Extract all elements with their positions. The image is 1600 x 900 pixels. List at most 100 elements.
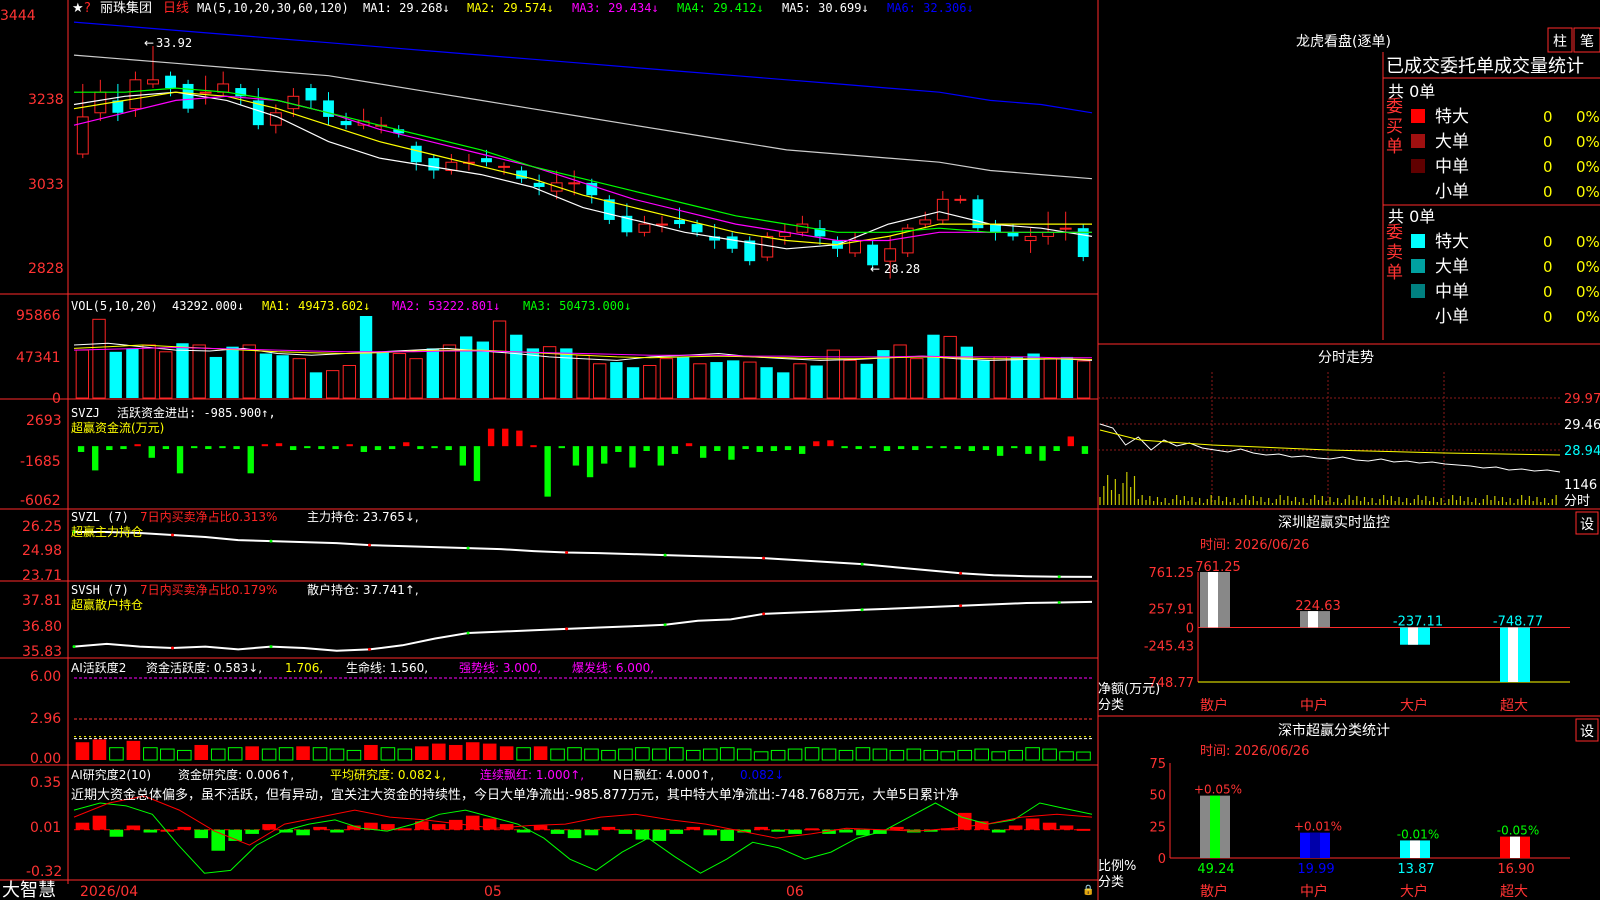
air-bar	[1025, 818, 1040, 830]
candle-body	[1007, 232, 1019, 237]
candle-body	[305, 88, 317, 101]
svzj-bar	[643, 446, 650, 451]
low-arrow-icon: ←	[870, 262, 880, 276]
ma-line-ma5	[73, 54, 1093, 180]
classify-category-1: 中户	[1300, 883, 1328, 900]
air-bar	[635, 829, 650, 840]
volume-bar	[1060, 356, 1074, 398]
volume-bar	[109, 351, 122, 398]
ma2-label: MA2: 29.574↓	[467, 1, 554, 15]
candle-body	[726, 236, 738, 249]
svzl-line-dot	[1057, 575, 1061, 579]
buy-row-count-0: 0	[1543, 108, 1553, 126]
ai2-bar	[160, 748, 175, 761]
svzj-bar	[827, 440, 834, 447]
main-chart-canvas[interactable]: 761.25 257.91 0 -245.43 -748.77 761.25 散户 224.6…	[0, 0, 1600, 900]
air-bar	[805, 828, 819, 831]
ai2-bar	[736, 748, 752, 761]
svzj-bar	[940, 446, 947, 449]
candle-body	[884, 248, 897, 262]
volume-bar	[710, 362, 723, 398]
y-tick-ai2-2: 0.00	[30, 751, 61, 767]
air-commentary: 近期大资金总体偏多，虽不活跃，但有异动，宜关注大资金的持续性，今日大单净流出:-…	[71, 787, 959, 803]
tab-bi-label[interactable]: 笔	[1580, 34, 1594, 50]
air-bar	[550, 829, 565, 834]
svzl-line-dot	[959, 571, 963, 575]
volume-bar	[743, 361, 757, 399]
candle-body	[94, 91, 107, 114]
air-bar	[720, 829, 735, 841]
ai2-label5: 爆发线: 6.000,	[572, 660, 654, 675]
period-label[interactable]: 日线	[163, 1, 189, 16]
ai2-bar	[261, 748, 277, 761]
air-bar	[618, 829, 633, 834]
ai2-bar	[1076, 751, 1091, 761]
monitor-y-tick-0: 761.25	[1149, 566, 1195, 581]
svzj-bar	[318, 446, 325, 450]
svzl-line-dot	[171, 533, 174, 537]
ai2-bar	[702, 748, 718, 761]
volume-bar	[610, 362, 623, 398]
ai2-bar	[482, 743, 497, 760]
candle-body	[674, 219, 685, 225]
alert-icon: ?	[84, 1, 91, 16]
air-bar	[839, 829, 853, 833]
svzj-bar	[544, 446, 551, 497]
svzj-bar	[346, 444, 353, 447]
candle-body	[428, 158, 440, 171]
y-tick-svzl-1: 24.98	[22, 543, 62, 559]
ai2-bar	[397, 748, 413, 761]
sell-row-swatch-1	[1411, 259, 1425, 273]
ai2-bar	[753, 751, 769, 761]
ai2-label4: 强势线: 3.000,	[459, 661, 541, 675]
tab-zhu-label[interactable]: 柱	[1553, 34, 1567, 50]
ma5-label: MA5: 30.699↓	[782, 1, 869, 15]
classify-category-3: 超大	[1500, 884, 1528, 900]
air-bar	[686, 826, 701, 830]
ai2-bar	[1042, 748, 1057, 761]
lock-icon[interactable]: 🔒	[1082, 884, 1094, 896]
classify-y-tick-0: 75	[1149, 757, 1166, 772]
ai2-bar	[431, 743, 446, 760]
volume-bar	[75, 349, 90, 399]
intraday-title: 分时走势	[1318, 350, 1374, 366]
air-bar	[1008, 825, 1023, 830]
ai2-bar	[635, 747, 650, 761]
x-label-1: 05	[484, 884, 502, 900]
classify-settings-label[interactable]: 设	[1580, 724, 1594, 740]
svzj-bar	[219, 446, 226, 449]
svsh-line-dot	[368, 647, 371, 651]
y-tick-svzj-1: -1685	[20, 454, 61, 470]
classify-category-0: 散户	[1200, 883, 1228, 900]
ai2-bar	[940, 751, 956, 761]
volume-bar	[442, 344, 457, 399]
sell-row-label-3: 小单	[1435, 307, 1469, 327]
air-label2: 平均研究度: 0.082↓,	[330, 767, 446, 782]
ai2-bar	[1025, 747, 1040, 761]
ai2-bar	[889, 749, 905, 761]
svzj-bar	[912, 446, 919, 451]
candle-body	[568, 182, 581, 185]
candle-body	[1024, 235, 1037, 242]
svzj-bar	[756, 446, 763, 452]
volume-bar	[92, 318, 106, 399]
svsh-line-dot	[1057, 601, 1061, 604]
star-icon[interactable]: ★	[72, 1, 84, 16]
classify-change-2: -0.01%	[1397, 827, 1439, 841]
volume-bar	[777, 372, 790, 398]
ma3-label: MA3: 29.434↓	[572, 1, 659, 15]
stock-name[interactable]: 丽珠集团	[100, 0, 152, 16]
svzj-bar	[813, 441, 820, 447]
buy-row-label-2: 中单	[1435, 157, 1469, 177]
svzj-bar	[996, 446, 1004, 456]
volume-bar	[259, 353, 273, 398]
ai2-bar	[329, 748, 345, 761]
svzj-title: SVZJ	[71, 406, 100, 420]
air-bar	[1076, 828, 1091, 831]
svsh-line-dot	[171, 646, 174, 650]
monitor-settings-label[interactable]: 设	[1580, 517, 1594, 533]
volume-bar	[943, 335, 957, 399]
ai2-bar	[533, 746, 548, 760]
svzj-bar	[502, 428, 509, 447]
svzj-bar	[1067, 436, 1074, 447]
